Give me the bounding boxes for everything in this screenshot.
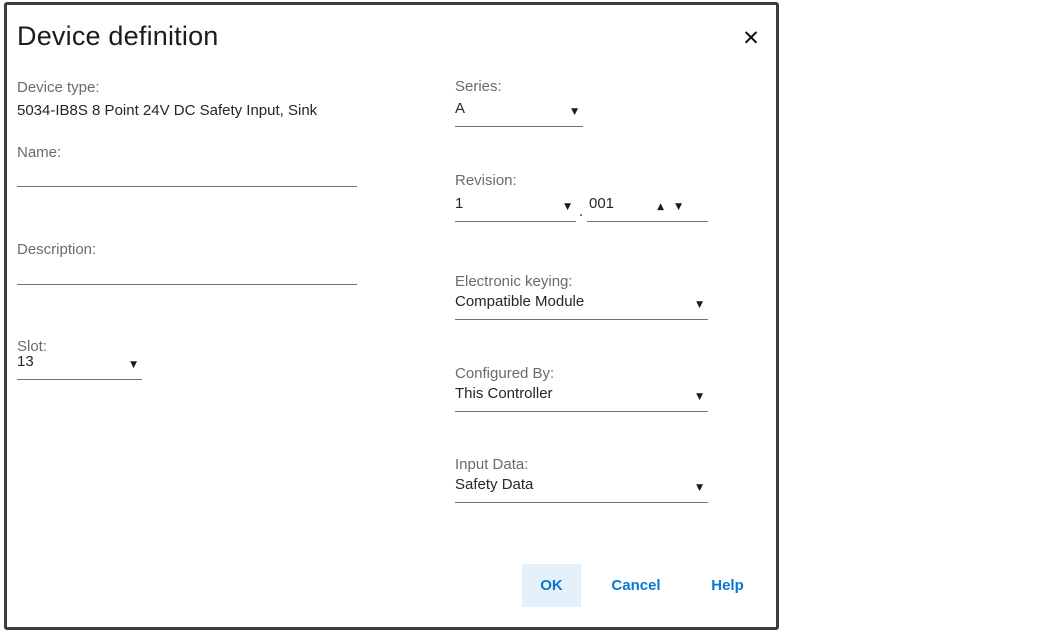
series-select[interactable]: A ▼ [455, 99, 583, 127]
help-button[interactable]: Help [700, 564, 755, 607]
dialog-title: Device definition [17, 21, 219, 52]
series-value: A [455, 99, 465, 117]
revision-minor-value: 001 [589, 195, 614, 212]
configured-by-value: This Controller [455, 384, 553, 402]
close-icon[interactable]: ✕ [733, 21, 769, 55]
cancel-button[interactable]: Cancel [604, 564, 668, 607]
revision-major-value: 1 [455, 194, 463, 212]
name-label: Name: [17, 144, 61, 161]
input-data-label: Input Data: [455, 456, 528, 473]
device-type-value: 5034-IB8S 8 Point 24V DC Safety Input, S… [17, 102, 317, 119]
chevron-down-icon: ▼ [130, 352, 142, 370]
chevron-down-icon: ▼ [696, 384, 708, 402]
ok-button[interactable]: OK [522, 564, 581, 607]
electronic-keying-value: Compatible Module [455, 292, 584, 310]
configured-by-label: Configured By: [455, 365, 554, 382]
chevron-down-icon: ▼ [571, 99, 583, 117]
input-data-select[interactable]: Safety Data ▼ [455, 475, 708, 503]
description-label: Description: [17, 241, 96, 258]
chevron-down-icon: ▼ [696, 475, 708, 493]
slot-select[interactable]: 13 ▼ [17, 352, 142, 380]
revision-label: Revision: [455, 172, 517, 189]
revision-minor-spinner[interactable]: 001 ▲ ▼ [587, 194, 708, 222]
revision-separator: . [579, 203, 583, 220]
electronic-keying-select[interactable]: Compatible Module ▼ [455, 292, 708, 320]
chevron-down-icon: ▼ [564, 194, 576, 212]
electronic-keying-label: Electronic keying: [455, 273, 573, 290]
slot-value: 13 [17, 352, 34, 370]
input-data-value: Safety Data [455, 475, 533, 493]
description-input[interactable] [17, 258, 357, 285]
chevron-down-icon: ▼ [696, 292, 708, 310]
spin-up-icon[interactable]: ▲ [657, 202, 664, 212]
configured-by-select[interactable]: This Controller ▼ [455, 384, 708, 412]
spin-down-icon[interactable]: ▼ [675, 202, 682, 212]
name-input[interactable] [17, 160, 357, 187]
series-label: Series: [455, 78, 502, 95]
device-type-label: Device type: [17, 79, 100, 96]
device-definition-dialog: Device definition ✕ Device type: 5034-IB… [4, 2, 779, 630]
revision-major-select[interactable]: 1 ▼ [455, 194, 576, 222]
